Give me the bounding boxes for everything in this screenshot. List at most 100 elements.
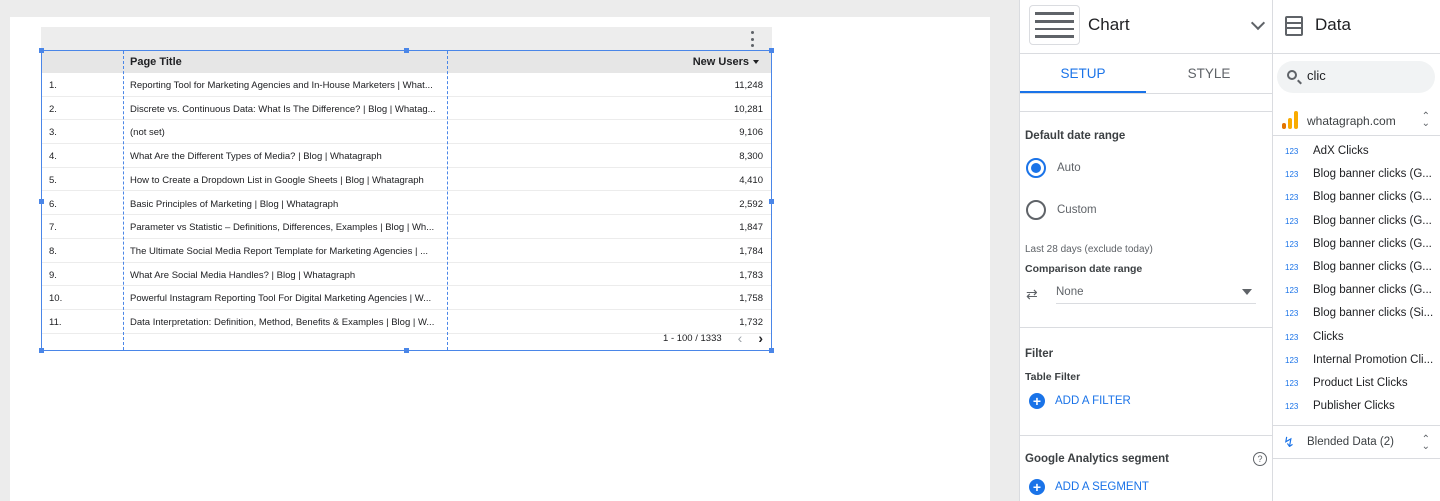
table-filter-label: Table Filter	[1025, 371, 1081, 383]
table-row[interactable]: 9. What Are Social Media Handles? | Blog …	[42, 263, 771, 287]
field-item[interactable]: 123 Blog banner clicks (G...	[1273, 257, 1440, 280]
resize-handle[interactable]	[769, 48, 774, 53]
field-name: Product List Clicks	[1313, 376, 1408, 389]
table-cell-num: 10.	[49, 293, 63, 305]
resize-handle[interactable]	[39, 199, 44, 204]
radio-custom-label[interactable]: Custom	[1057, 204, 1097, 216]
table-cell-num: 11.	[49, 317, 62, 328]
radio-custom[interactable]	[1026, 200, 1046, 220]
default-date-range-label: Default date range	[1025, 130, 1126, 142]
column-header-new-users[interactable]: New Users	[693, 56, 759, 68]
table-row[interactable]: 11. Data Interpretation: Definition, Meth…	[42, 310, 771, 334]
field-item[interactable]: 123 Blog banner clicks (Si...	[1273, 303, 1440, 326]
data-source-row[interactable]: whatagraph.com ⌃ ⌄	[1273, 106, 1440, 136]
add-filter-button[interactable]: + ADD A FILTER	[1029, 393, 1131, 409]
date-range-section: Default date range Auto Custom Last 28 d…	[1020, 112, 1272, 328]
field-name: Blog banner clicks (Si...	[1313, 307, 1434, 320]
chevron-down-icon[interactable]	[1250, 15, 1266, 31]
table-cell-num: 7.	[49, 222, 57, 234]
table-cell-num: 5.	[49, 174, 57, 186]
resize-handle[interactable]	[769, 199, 774, 204]
field-name: Blog banner clicks (G...	[1313, 168, 1432, 181]
tab-setup[interactable]: SETUP	[1020, 54, 1146, 93]
unfold-icon[interactable]: ⌃ ⌄	[1422, 435, 1430, 452]
chart-type-selector[interactable]: Chart	[1020, 0, 1272, 54]
field-name: Blog banner clicks (G...	[1313, 260, 1432, 273]
table-cell-value: 1,758	[739, 293, 763, 305]
field-item[interactable]: 123 Publisher Clicks	[1273, 396, 1440, 419]
table-cell-num: 9.	[49, 269, 57, 281]
report-page: Page Title New Users 1. Reporting Tool fo…	[10, 17, 990, 501]
field-item[interactable]: 123 Blog banner clicks (G...	[1273, 164, 1440, 187]
resize-handle[interactable]	[39, 348, 44, 353]
column-header-new-users-label: New Users	[692, 56, 749, 68]
resize-handle[interactable]	[404, 48, 409, 53]
field-name: Blog banner clicks (G...	[1313, 214, 1432, 227]
table-row[interactable]: 7. Parameter vs Statistic – Definitions, …	[42, 215, 771, 239]
table-cell-title: Reporting Tool for Marketing Agencies an…	[130, 80, 433, 91]
table-row[interactable]: 4. What Are the Different Types of Media?…	[42, 144, 771, 168]
table-row[interactable]: 10. Powerful Instagram Reporting Tool For…	[42, 286, 771, 310]
segment-section: Google Analytics segment ? + ADD A SEGME…	[1020, 436, 1272, 501]
pagination-label: 1 - 100 / 1333	[663, 332, 722, 344]
tab-style[interactable]: STYLE	[1146, 54, 1272, 93]
table-header: Page Title New Users	[42, 51, 771, 73]
field-type-icon: 123	[1285, 332, 1299, 342]
chevron-right-icon[interactable]: ›	[758, 331, 763, 345]
sort-desc-icon	[753, 60, 759, 64]
help-icon[interactable]: ?	[1253, 452, 1267, 466]
column-header-page-title[interactable]: Page Title	[130, 56, 182, 68]
search-icon	[1287, 70, 1297, 80]
field-type-icon: 123	[1285, 402, 1299, 412]
table-cell-num: 2.	[49, 103, 57, 115]
table-row[interactable]: 8. The Ultimate Social Media Report Templ…	[42, 239, 771, 263]
blended-data-label: Blended Data (2)	[1307, 436, 1394, 448]
date-range-note: Last 28 days (exclude today)	[1025, 244, 1153, 255]
field-list: 123 AdX Clicks 123 Blog banner clicks (G...…	[1273, 141, 1440, 419]
table-row[interactable]: 3. (not set) 9,106	[42, 120, 771, 145]
add-filter-label: ADD A FILTER	[1055, 395, 1131, 407]
table-row[interactable]: 5. How to Create a Dropdown List in Googl…	[42, 168, 771, 192]
comparison-date-value: None	[1056, 286, 1084, 298]
field-name: Blog banner clicks (G...	[1313, 191, 1432, 204]
table-chart[interactable]: Page Title New Users 1. Reporting Tool fo…	[39, 27, 774, 353]
field-item[interactable]: 123 Blog banner clicks (G...	[1273, 187, 1440, 210]
table-cell-value: 1,732	[739, 317, 763, 328]
add-segment-button[interactable]: + ADD A SEGMENT	[1029, 479, 1149, 495]
blended-data-row[interactable]: ↯ Blended Data (2) ⌃ ⌄	[1273, 425, 1440, 459]
table-cell-title: (not set)	[130, 127, 165, 139]
field-search[interactable]	[1277, 61, 1435, 93]
table-body[interactable]: Page Title New Users 1. Reporting Tool fo…	[41, 50, 772, 351]
unfold-icon[interactable]: ⌃ ⌄	[1422, 112, 1430, 129]
data-table-icon	[1285, 16, 1303, 36]
radio-auto-label[interactable]: Auto	[1057, 162, 1081, 174]
chevron-left-icon[interactable]: ‹	[738, 331, 743, 345]
resize-handle[interactable]	[404, 348, 409, 353]
resize-handle[interactable]	[769, 348, 774, 353]
data-panel-header: Data	[1273, 0, 1440, 54]
radio-auto[interactable]	[1026, 158, 1046, 178]
table-cell-title: What Are Social Media Handles? | Blog | …	[130, 269, 356, 281]
column-divider[interactable]	[447, 51, 448, 350]
dropdown-arrow-icon	[1242, 289, 1252, 295]
field-name: AdX Clicks	[1313, 145, 1369, 157]
table-row[interactable]: 6. Basic Principles of Marketing | Blog |…	[42, 192, 771, 216]
table-row[interactable]: 2. Discrete vs. Continuous Data: What Is …	[42, 97, 771, 121]
resize-handle[interactable]	[39, 48, 44, 53]
table-cell-title: Powerful Instagram Reporting Tool For Di…	[130, 293, 432, 305]
more-vert-icon[interactable]	[747, 31, 757, 47]
search-input[interactable]	[1307, 68, 1427, 83]
field-type-icon: 123	[1285, 378, 1299, 388]
comparison-date-select[interactable]: None	[1056, 284, 1256, 304]
field-item[interactable]: 123 Clicks	[1273, 327, 1440, 350]
add-circle-icon: +	[1029, 393, 1045, 409]
column-divider[interactable]	[123, 51, 124, 350]
field-item[interactable]: 123 Product List Clicks	[1273, 373, 1440, 396]
field-item[interactable]: 123 Blog banner clicks (G...	[1273, 280, 1440, 303]
field-type-icon: 123	[1285, 286, 1299, 296]
field-item[interactable]: 123 AdX Clicks	[1273, 141, 1440, 164]
table-row[interactable]: 1. Reporting Tool for Marketing Agencies …	[42, 73, 771, 97]
field-item[interactable]: 123 Internal Promotion Cli...	[1273, 350, 1440, 373]
field-item[interactable]: 123 Blog banner clicks (G...	[1273, 234, 1440, 257]
field-item[interactable]: 123 Blog banner clicks (G...	[1273, 211, 1440, 234]
